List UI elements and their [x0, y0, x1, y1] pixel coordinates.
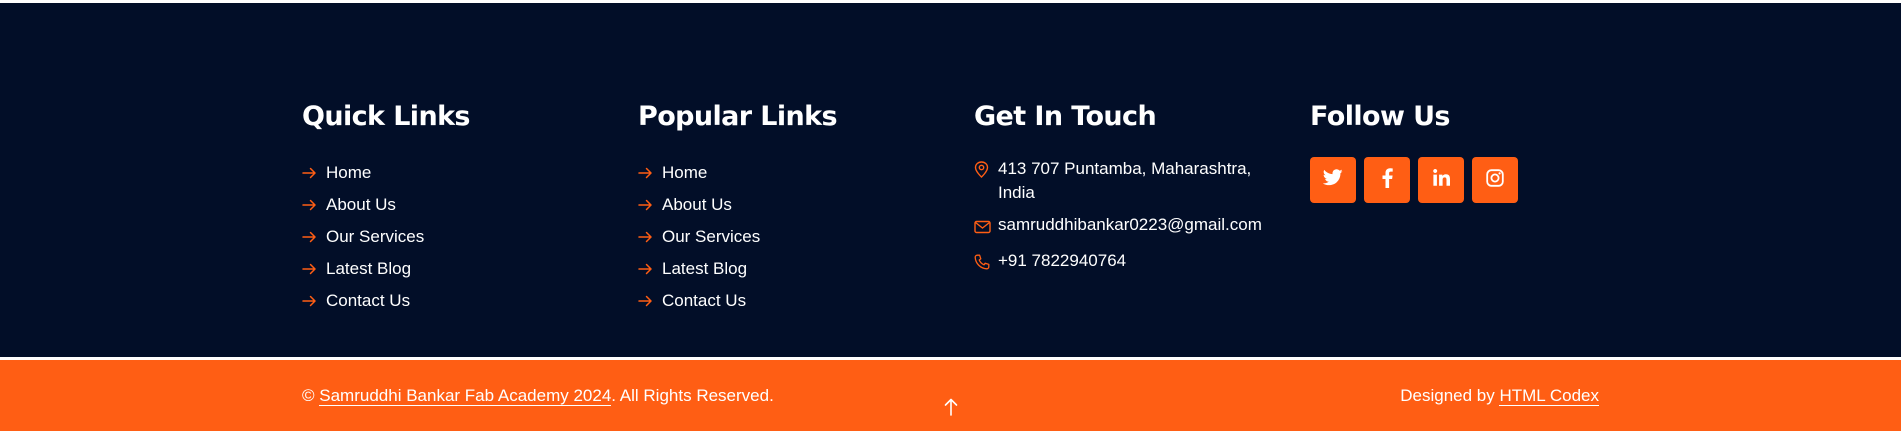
copyright-text: © Samruddhi Bankar Fab Academy 2024. All…	[302, 384, 774, 408]
site-name-link[interactable]: Samruddhi Bankar Fab Academy 2024	[319, 386, 612, 406]
quick-link-label: Latest Blog	[326, 259, 412, 278]
arrow-right-icon	[302, 199, 326, 211]
quick-link-label: About Us	[326, 195, 396, 214]
facebook-icon	[1382, 167, 1393, 193]
popular-link-label: About Us	[662, 195, 732, 214]
follow-us-title: Follow Us	[1310, 101, 1451, 132]
popular-link-label: Contact Us	[662, 291, 747, 310]
linkedin-button[interactable]	[1418, 157, 1464, 203]
get-in-touch-section: Get In Touch 413 707 Puntamba, Maharasht…	[974, 99, 1284, 285]
arrow-right-icon	[638, 231, 662, 243]
get-in-touch-title: Get In Touch	[974, 101, 1157, 132]
quick-links-list: Home About Us Our Services Latest Blog C…	[302, 157, 602, 317]
arrow-right-icon	[302, 263, 326, 275]
arrow-right-icon	[302, 295, 326, 307]
back-to-top-button[interactable]	[938, 396, 964, 422]
facebook-button[interactable]	[1364, 157, 1410, 203]
phone-text: +91 7822940764	[998, 251, 1127, 270]
arrow-right-icon	[302, 167, 326, 179]
quick-link-label: Our Services	[326, 227, 425, 246]
arrow-right-icon	[638, 295, 662, 307]
arrow-right-icon	[302, 231, 326, 243]
address-text: 413 707 Puntamba, Maharashtra, India	[998, 159, 1252, 202]
quick-links-section: Quick Links Home About Us Our Services L…	[302, 99, 602, 317]
follow-us-section: Follow Us	[1310, 99, 1610, 203]
phone-icon	[974, 249, 998, 277]
twitter-icon	[1322, 169, 1343, 191]
arrow-right-icon	[638, 167, 662, 179]
quick-link-our-services[interactable]: Our Services	[302, 221, 602, 253]
envelope-icon	[974, 213, 998, 241]
arrow-right-icon	[638, 263, 662, 275]
popular-link-our-services[interactable]: Our Services	[638, 221, 938, 253]
designer-link[interactable]: HTML Codex	[1499, 386, 1599, 406]
popular-links-list: Home About Us Our Services Latest Blog C…	[638, 157, 938, 317]
copyright-bar: © Samruddhi Bankar Fab Academy 2024. All…	[0, 360, 1901, 431]
popular-links-section: Popular Links Home About Us Our Services…	[638, 99, 938, 317]
quick-link-latest-blog[interactable]: Latest Blog	[302, 253, 602, 285]
quick-link-label: Home	[326, 163, 372, 182]
popular-link-contact-us[interactable]: Contact Us	[638, 285, 938, 317]
popular-link-label: Latest Blog	[662, 259, 748, 278]
quick-link-label: Contact Us	[326, 291, 411, 310]
arrow-right-icon	[638, 199, 662, 211]
popular-link-latest-blog[interactable]: Latest Blog	[638, 253, 938, 285]
footer: Quick Links Home About Us Our Services L…	[0, 3, 1901, 431]
social-buttons	[1310, 157, 1610, 203]
linkedin-icon	[1432, 169, 1450, 191]
popular-links-title: Popular Links	[638, 101, 838, 132]
email-text: samruddhibankar0223@gmail.com	[998, 215, 1262, 234]
instagram-button[interactable]	[1472, 157, 1518, 203]
contact-email[interactable]: samruddhibankar0223@gmail.com	[974, 213, 1284, 241]
popular-link-about-us[interactable]: About Us	[638, 189, 938, 221]
location-pin-icon	[974, 157, 998, 185]
contact-phone[interactable]: +91 7822940764	[974, 249, 1284, 277]
designed-by-prefix: Designed by	[1400, 386, 1495, 405]
quick-links-title: Quick Links	[302, 101, 471, 132]
arrow-up-icon	[944, 398, 958, 421]
popular-link-home[interactable]: Home	[638, 157, 938, 189]
contact-list: 413 707 Puntamba, Maharashtra, India sam…	[974, 157, 1284, 277]
quick-link-home[interactable]: Home	[302, 157, 602, 189]
quick-link-contact-us[interactable]: Contact Us	[302, 285, 602, 317]
popular-link-label: Home	[662, 163, 708, 182]
copyright-symbol: ©	[302, 386, 315, 405]
rights-text: . All Rights Reserved.	[611, 386, 774, 405]
quick-link-about-us[interactable]: About Us	[302, 189, 602, 221]
contact-address: 413 707 Puntamba, Maharashtra, India	[974, 157, 1284, 205]
instagram-icon	[1486, 168, 1504, 192]
popular-link-label: Our Services	[662, 227, 761, 246]
designed-by-text: Designed by HTML Codex	[1400, 384, 1599, 408]
twitter-button[interactable]	[1310, 157, 1356, 203]
footer-main: Quick Links Home About Us Our Services L…	[0, 3, 1901, 357]
